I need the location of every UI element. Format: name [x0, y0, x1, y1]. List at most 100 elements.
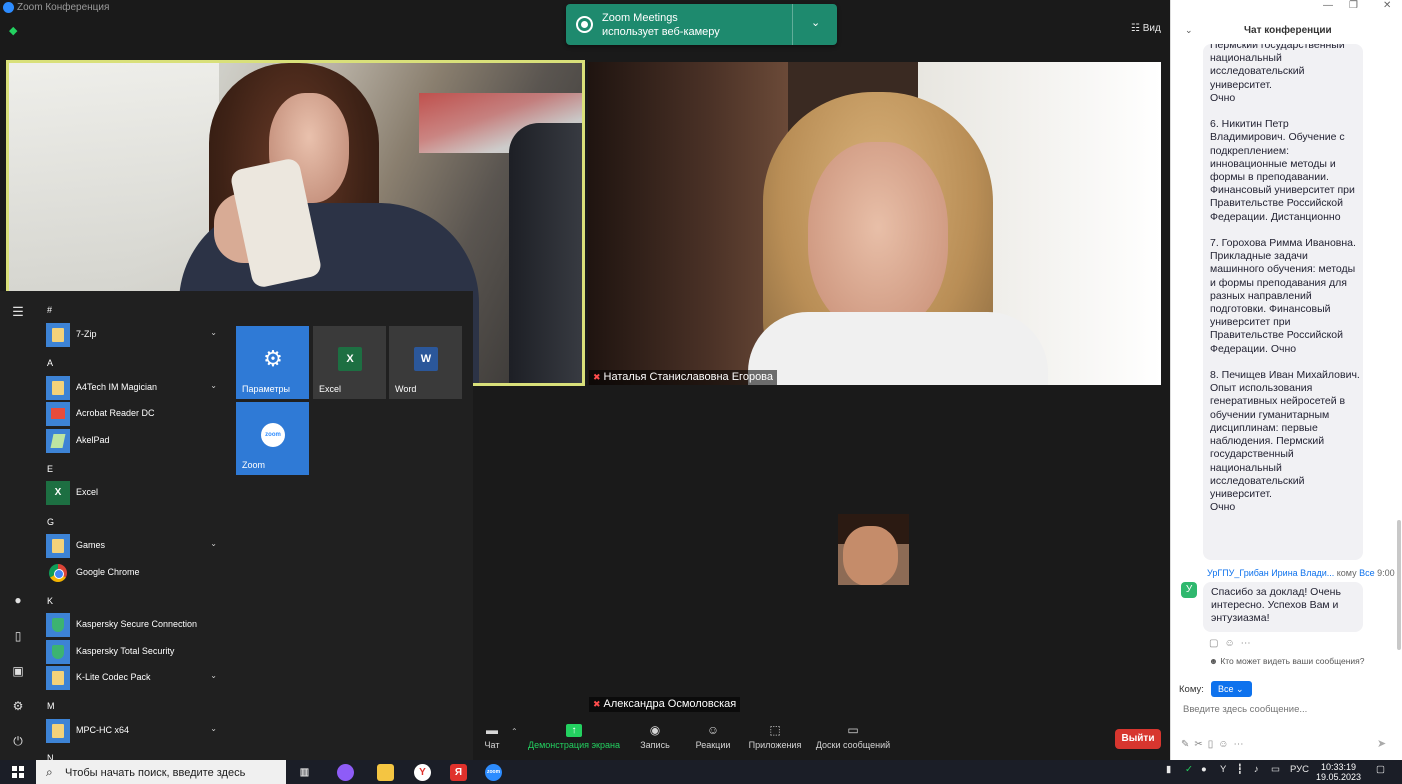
alice-icon[interactable] [337, 764, 354, 781]
chevron-up-icon[interactable]: ⌃ [511, 727, 518, 736]
user-icon[interactable]: ● [11, 593, 25, 607]
screen: Zoom Конференция ◆ ☷ Вид ✖ Наталья Станис… [0, 0, 1402, 784]
visibility-link[interactable]: ☻ Кто может видеть ваши сообщения? [1209, 656, 1365, 666]
taskbar-search[interactable]: ⌕ Чтобы начать поиск, введите здесь [36, 760, 286, 784]
app-item[interactable]: K-Lite Codec Pack ⌄ [46, 666, 221, 690]
more-icon[interactable]: ⋯ [1234, 739, 1249, 750]
webcam-icon [576, 16, 593, 33]
reply-icon[interactable]: ▢ [1209, 638, 1224, 649]
chat-sender: УрГПУ_Грибан Ирина Влади... кому Все 9:0… [1207, 568, 1395, 578]
app-item[interactable]: X Excel [46, 481, 221, 505]
to-target[interactable]: Все [1359, 568, 1375, 578]
app-item[interactable]: Google Chrome [46, 561, 221, 585]
emoji-icon[interactable]: ☺ [1224, 638, 1240, 649]
file-explorer-icon[interactable] [377, 764, 394, 781]
chat-button[interactable]: ▬ Чат [477, 712, 507, 760]
yandex-browser-icon[interactable]: Y [414, 764, 431, 781]
app-item[interactable]: MPC-HC x64 ⌄ [46, 719, 221, 743]
emoji-icon[interactable]: ☺ [1218, 739, 1233, 750]
format-icon[interactable]: ✎ [1181, 739, 1194, 750]
power-icon[interactable]: ⏻ [11, 734, 25, 748]
clock[interactable]: 10:33:19 19.05.2023 [1316, 762, 1361, 782]
chevron-down-icon[interactable]: ⌄ [1185, 25, 1193, 36]
folder-icon [46, 666, 70, 690]
send-icon[interactable]: ➤ [1377, 737, 1386, 750]
app-item[interactable]: 7-Zip ⌄ [46, 323, 221, 347]
search-icon: ⌕ [46, 765, 53, 779]
section-letter[interactable]: K [47, 596, 53, 606]
chat-input[interactable] [1183, 702, 1383, 716]
minimize-icon[interactable]: — [1323, 0, 1333, 11]
chat-title: Чат конференции [1244, 25, 1332, 36]
emoji-icon: ☺ [706, 723, 720, 737]
microphone-icon[interactable]: ┇ [1237, 764, 1243, 775]
close-icon[interactable]: ✕ [1383, 0, 1391, 11]
participant-name-tag: ✖ Александра Осмоловская [589, 697, 741, 712]
tile-zoom[interactable]: zoom Zoom [236, 402, 309, 475]
chevron-down-icon: ⌄ [1236, 684, 1244, 694]
settings-icon[interactable]: ⚙ [11, 699, 25, 713]
apps-button[interactable]: ⬚ Приложения [747, 712, 803, 760]
tile-word[interactable]: W Word [389, 326, 462, 399]
app-item[interactable]: AkelPad [46, 429, 221, 453]
app-item[interactable]: Kaspersky Secure Connection [46, 613, 221, 637]
yandex-icon[interactable]: Я [450, 764, 467, 781]
participant-avatar[interactable] [838, 514, 909, 585]
folder-icon [46, 534, 70, 558]
zoom-icon[interactable]: zoom [485, 764, 502, 781]
chat-message: Пермский государственный национальный ис… [1203, 44, 1363, 560]
reactions-button[interactable]: ☺ Реакции [691, 712, 735, 760]
pictures-icon[interactable]: ▣ [11, 664, 25, 678]
record-icon: ◉ [649, 723, 661, 737]
more-icon[interactable]: ⋯ [1241, 638, 1257, 649]
language-indicator[interactable]: РУС [1290, 764, 1309, 775]
app-item[interactable]: A4Tech IM Magician ⌄ [46, 376, 221, 400]
menu-icon[interactable]: ☰ [11, 305, 25, 319]
section-letter[interactable]: # [47, 305, 52, 315]
windows-start-icon[interactable] [0, 760, 36, 784]
tile-settings[interactable]: ⚙ Параметры [236, 326, 309, 399]
recipient-select[interactable]: Все ⌄ [1211, 681, 1252, 697]
section-letter[interactable]: M [47, 701, 55, 711]
webcam-notification[interactable]: Zoom Meetings использует веб-камеру ⌄ [566, 4, 837, 45]
restore-icon[interactable]: ❐ [1349, 0, 1358, 11]
document-icon[interactable]: ▯ [11, 629, 25, 643]
mic-muted-icon: ✖ [593, 372, 601, 382]
excel-icon: X [338, 347, 362, 371]
share-screen-button[interactable]: ↑ Демонстрация экрана [525, 712, 623, 760]
app-item[interactable]: Kaspersky Total Security [46, 640, 221, 664]
yandex-tray-icon[interactable]: Y [1220, 764, 1226, 775]
task-view-icon[interactable]: ▥ [296, 764, 313, 781]
record-button[interactable]: ◉ Запись [635, 712, 675, 760]
app-item[interactable]: Games ⌄ [46, 534, 221, 558]
kaspersky-tray-icon[interactable]: ✓ [1185, 764, 1193, 775]
section-letter[interactable]: G [47, 517, 54, 527]
chevron-down-icon[interactable]: ⌄ [811, 16, 820, 29]
chat-scrollbar[interactable] [1397, 40, 1401, 650]
shield-icon[interactable]: ◆ [9, 24, 20, 37]
whiteboards-button[interactable]: ▭ Доски сообщений [813, 712, 893, 760]
app-list: # 7-Zip ⌄ A A4Tech IM Magician ⌄ Acrobat R… [36, 291, 226, 763]
gear-icon: ⚙ [263, 346, 283, 371]
tile-excel[interactable]: X Excel [313, 326, 386, 399]
sender-name[interactable]: УрГПУ_Грибан Ирина Влади... [1207, 568, 1334, 578]
kaspersky-icon [46, 640, 70, 664]
app-item[interactable]: Acrobat Reader DC [46, 402, 221, 426]
grid-icon: ☷ [1131, 23, 1143, 34]
chevron-down-icon: ⌄ [210, 328, 217, 337]
taskbar: ⌕ Чтобы начать поиск, введите здесь ▥ Y … [0, 760, 1402, 784]
volume-icon[interactable]: ♪ [1254, 764, 1259, 775]
kaspersky-icon [46, 613, 70, 637]
tray-icon[interactable]: ▮ [1166, 764, 1171, 775]
section-letter[interactable]: A [47, 358, 53, 368]
network-icon[interactable]: ▭ [1271, 764, 1280, 775]
leave-button[interactable]: Выйти [1115, 729, 1161, 749]
video-tile-participant[interactable] [588, 62, 1161, 385]
screenshot-icon[interactable]: ✂ [1194, 739, 1207, 750]
file-icon[interactable]: ▯ [1208, 739, 1219, 750]
view-button[interactable]: ☷ Вид [1131, 23, 1161, 34]
mic-muted-icon: ✖ [593, 699, 601, 709]
section-letter[interactable]: E [47, 464, 53, 474]
zoom-tray-icon[interactable]: ● [1201, 764, 1207, 775]
notifications-icon[interactable]: ▢ [1376, 764, 1385, 775]
